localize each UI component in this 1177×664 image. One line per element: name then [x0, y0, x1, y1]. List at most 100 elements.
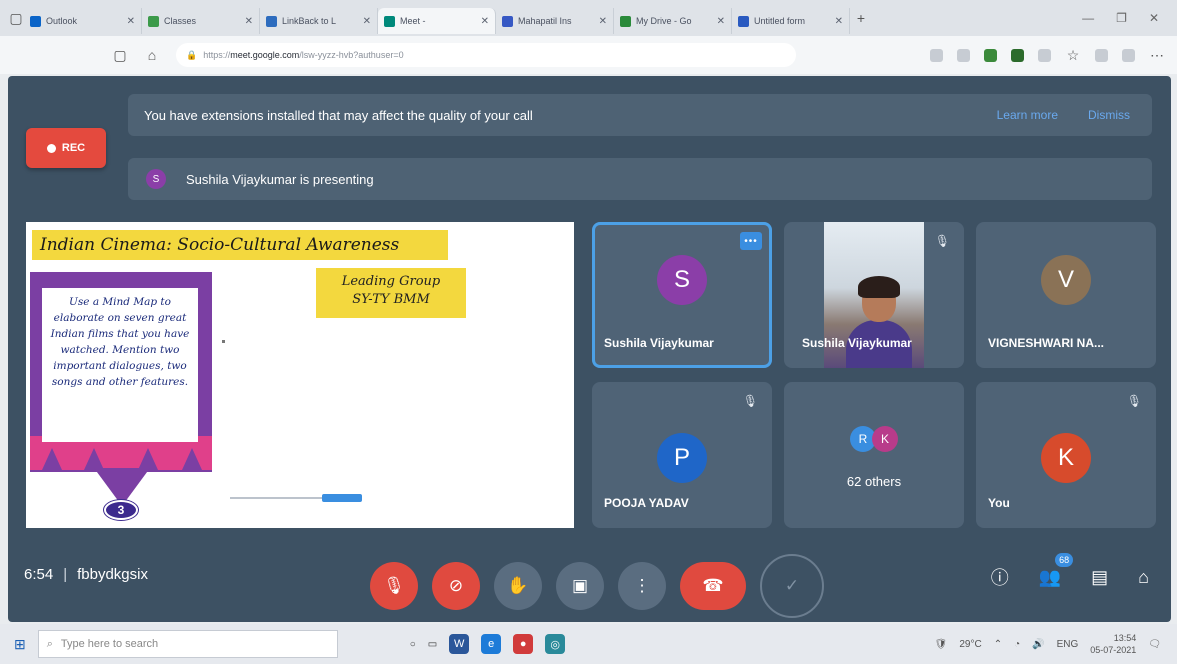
- participant-video-tile[interactable]: 🎙 Sushila Vijaykumar: [784, 222, 964, 368]
- widgets-icon[interactable]: ▭: [428, 639, 437, 650]
- browser-tab[interactable]: Classes ✕: [142, 8, 260, 34]
- more-vertical-icon: ⋮: [633, 576, 651, 595]
- camera-off-icon: ⊘: [448, 576, 464, 595]
- camera-toggle-button[interactable]: ⊘: [432, 562, 480, 610]
- chrome-app-icon[interactable]: ◎: [545, 634, 566, 654]
- others-tile[interactable]: R K 62 others: [784, 382, 964, 528]
- presenting-banner: S Sushila Vijaykumar is presenting: [128, 158, 1152, 200]
- browser-tabstrip: ▢ Outlook ✕ Classes ✕ LinkBack to L ✕ Meet …: [0, 0, 1177, 36]
- check-extension-icon[interactable]: [984, 48, 997, 62]
- volume-icon[interactable]: 🔊: [1032, 639, 1044, 650]
- collections-icon[interactable]: [1095, 48, 1108, 62]
- slide-subtitle-line: Leading Group: [341, 274, 441, 289]
- record-dot-icon: [46, 143, 56, 153]
- home-icon[interactable]: ⌂: [144, 47, 160, 63]
- meeting-info-icon[interactable]: ⓘ: [991, 564, 1009, 590]
- extension-icon[interactable]: [1038, 48, 1051, 62]
- scrollbar-thumb[interactable]: [322, 494, 362, 502]
- task-view-icon[interactable]: ○: [410, 639, 416, 650]
- step-number-badge: 3: [104, 500, 138, 520]
- slide-scrollbar[interactable]: [230, 494, 362, 502]
- browser-tab[interactable]: Mahapatil Ins ✕: [496, 8, 614, 34]
- chat-icon[interactable]: ▤: [1091, 567, 1108, 588]
- slide-title: Indian Cinema: Socio-Cultural Awareness: [32, 230, 448, 260]
- browser-tab[interactable]: Untitled form ✕: [732, 8, 850, 34]
- edge-browser-icon[interactable]: e: [481, 634, 502, 654]
- minimize-icon[interactable]: —: [1082, 11, 1094, 25]
- extension-warning-banner: You have extensions installed that may a…: [128, 94, 1152, 136]
- participant-name: VIGNESHWARI NA...: [988, 336, 1105, 350]
- extension-check-button[interactable]: ✓: [760, 554, 824, 618]
- end-call-button[interactable]: ☎: [680, 562, 746, 610]
- search-placeholder: Type here to search: [60, 638, 159, 650]
- meeting-time: 6:54: [24, 566, 54, 583]
- present-button[interactable]: ▣: [556, 562, 604, 610]
- learn-more-link[interactable]: Learn more: [997, 108, 1058, 122]
- tray-expand-icon[interactable]: ⌃: [994, 639, 1002, 650]
- new-tab-icon[interactable]: +: [850, 10, 872, 26]
- tab-close-icon[interactable]: ✕: [363, 16, 371, 27]
- tab-close-icon[interactable]: ✕: [245, 16, 253, 27]
- tab-favicon-icon: [148, 15, 159, 27]
- call-controls: 🎙 ⊘ ✋ ▣ ⋮ ☎ ✓: [370, 554, 824, 618]
- participant-tile[interactable]: ••• S Sushila Vijaykumar: [592, 222, 772, 368]
- tab-close-icon[interactable]: ✕: [127, 16, 135, 27]
- participant-name: You: [988, 496, 1010, 510]
- self-tile[interactable]: 🎙 K You: [976, 382, 1156, 528]
- slide-subtitle-line: SY-TY BMM: [352, 292, 430, 307]
- notifications-icon[interactable]: 🗨: [1148, 639, 1161, 650]
- url-text: https://meet.google.com/lsw-yyzz-hvb?aut…: [203, 50, 404, 60]
- participant-tile[interactable]: 🎙 P POOJA YADAV: [592, 382, 772, 528]
- browser-tab-active[interactable]: Meet - ✕: [378, 8, 496, 34]
- network-icon[interactable]: ◔: [1014, 639, 1020, 650]
- tab-close-icon[interactable]: ✕: [717, 16, 725, 27]
- extension-icon[interactable]: [957, 48, 970, 62]
- tab-favicon-icon: [738, 15, 749, 27]
- mic-toggle-button[interactable]: 🎙: [370, 562, 418, 610]
- participant-avatar: V: [1041, 255, 1091, 305]
- tile-more-options-icon[interactable]: •••: [740, 232, 762, 250]
- app-icon[interactable]: ●: [513, 634, 534, 654]
- windows-start-icon[interactable]: ⊞: [14, 636, 26, 653]
- taskbar-search[interactable]: ⌕ Type here to search: [37, 630, 338, 658]
- tab-favicon-icon: [384, 15, 395, 27]
- presentation-slide[interactable]: Indian Cinema: Socio-Cultural Awareness …: [26, 222, 574, 528]
- browser-tab[interactable]: My Drive - Go ✕: [614, 8, 732, 34]
- cursor-marker: [222, 340, 225, 343]
- people-icon: 👥: [1038, 566, 1062, 587]
- security-icon[interactable]: 🛡: [935, 639, 948, 650]
- dismiss-link[interactable]: Dismiss: [1088, 108, 1130, 122]
- word-app-icon[interactable]: W: [449, 634, 470, 654]
- language-indicator[interactable]: ENG: [1057, 639, 1079, 650]
- separator: |: [63, 566, 68, 583]
- people-button[interactable]: 👥 68: [1038, 552, 1074, 588]
- meet-call-area: REC You have extensions installed that m…: [8, 76, 1171, 622]
- profile-icon[interactable]: [1122, 48, 1135, 62]
- favorite-star-icon[interactable]: ☆: [1065, 47, 1081, 64]
- tab-close-icon[interactable]: ✕: [599, 16, 607, 27]
- extension-icon[interactable]: [1011, 48, 1024, 62]
- tab-close-icon[interactable]: ✕: [835, 16, 843, 27]
- window-menu-icon[interactable]: ▢: [8, 10, 24, 27]
- more-menu-icon[interactable]: ⋯: [1149, 47, 1165, 64]
- tab-favicon-icon: [502, 15, 513, 27]
- weather-text: 29°C: [959, 638, 982, 650]
- maximize-icon[interactable]: ❐: [1116, 11, 1127, 25]
- raise-hand-button[interactable]: ✋: [494, 562, 542, 610]
- browser-tab[interactable]: Outlook ✕: [24, 8, 142, 34]
- close-window-icon[interactable]: ✕: [1149, 11, 1159, 25]
- participant-name: Sushila Vijaykumar: [604, 336, 714, 350]
- participant-tile[interactable]: V VIGNESHWARI NA...: [976, 222, 1156, 368]
- clock[interactable]: 13:54 05-07-2021: [1090, 632, 1136, 656]
- activities-icon[interactable]: ⌂: [1138, 567, 1149, 588]
- address-bar[interactable]: 🔒 https://meet.google.com/lsw-yyzz-hvb?a…: [176, 43, 796, 67]
- extension-icon[interactable]: [930, 48, 943, 62]
- browser-tab[interactable]: LinkBack to L ✕: [260, 8, 378, 34]
- clock-time: 13:54: [1113, 633, 1137, 643]
- sidebar-toggle-icon[interactable]: ▢: [112, 47, 128, 64]
- phone-hangup-icon: ☎: [702, 576, 724, 595]
- tab-title: Untitled form: [754, 16, 806, 26]
- tab-close-icon[interactable]: ✕: [481, 16, 489, 27]
- meeting-code: fbbydkgsix: [77, 566, 148, 583]
- more-options-button[interactable]: ⋮: [618, 562, 666, 610]
